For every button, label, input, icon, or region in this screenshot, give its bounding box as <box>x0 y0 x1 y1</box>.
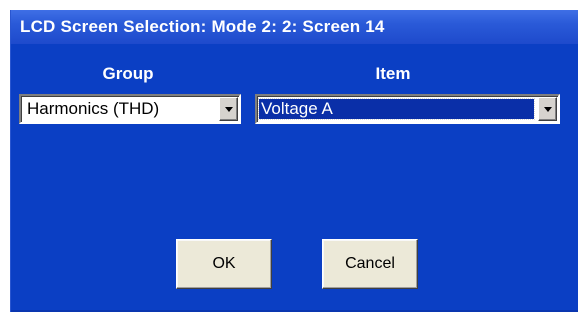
group-dropdown-button[interactable] <box>219 97 238 121</box>
ok-button[interactable]: OK <box>176 239 272 289</box>
item-dropdown-value: Voltage A <box>258 98 535 120</box>
item-dropdown-button[interactable] <box>538 97 557 121</box>
chevron-down-icon <box>225 107 233 112</box>
group-dropdown-value: Harmonics (THD) <box>27 99 160 118</box>
item-dropdown[interactable]: Voltage A <box>255 94 560 124</box>
dialog-title-bar[interactable]: LCD Screen Selection: Mode 2: 2: Screen … <box>11 10 578 44</box>
chevron-down-icon <box>544 107 552 112</box>
group-column-label: Group <box>102 64 154 83</box>
dialog-title: LCD Screen Selection: Mode 2: 2: Screen … <box>20 17 385 36</box>
item-column-label: Item <box>375 64 411 83</box>
cancel-button[interactable]: Cancel <box>322 239 418 289</box>
lcd-screen-selection-dialog: LCD Screen Selection: Mode 2: 2: Screen … <box>10 10 578 312</box>
group-dropdown[interactable]: Harmonics (THD) <box>19 94 241 124</box>
